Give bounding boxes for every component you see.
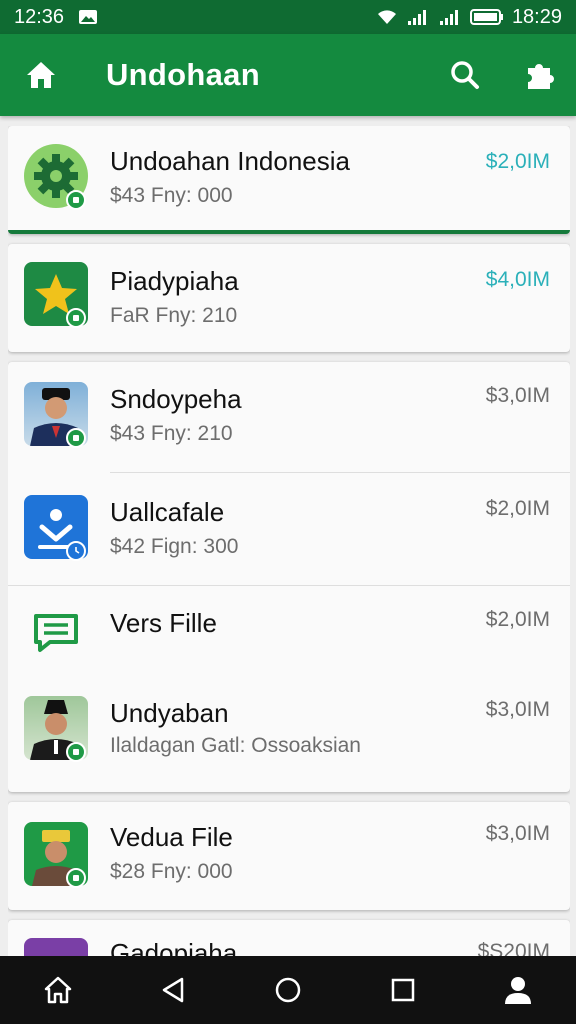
item-price: $3,0IM — [485, 384, 550, 407]
puzzle-icon — [528, 64, 554, 89]
app-icon — [24, 938, 88, 956]
item-subtitle: $43 Fny: 210 — [110, 422, 233, 445]
item-price: $3,0IM — [485, 822, 550, 845]
item-name: Piadypiaha — [110, 266, 239, 296]
list-card: Sndoypeha $43 Fny: 210 $3,0IM Uallcafale… — [8, 362, 570, 792]
item-price: $4,0IM — [485, 268, 550, 291]
nav-home-button[interactable] — [23, 956, 93, 1024]
list-item[interactable]: Sndoypeha $43 Fny: 210 $3,0IM — [8, 362, 570, 472]
search-icon — [451, 61, 479, 89]
item-price: $2,0IM — [485, 497, 550, 520]
image-notification-icon — [78, 9, 98, 25]
list-item[interactable]: Undoahan Indonesia $43 Fny: 000 $2,0IM — [8, 126, 570, 230]
wifi-icon — [376, 8, 398, 26]
list-card: Piadypiaha FaR Fny: 210 $4,0IM — [8, 244, 570, 352]
system-nav-bar — [0, 956, 576, 1024]
battery-icon — [469, 8, 504, 26]
status-time-right: 18:29 — [511, 5, 562, 28]
signal-icon — [406, 8, 430, 26]
person-icon — [505, 977, 532, 1004]
nav-back-button[interactable] — [138, 956, 208, 1024]
clock-badge-icon — [66, 541, 86, 561]
home-outline-icon — [44, 976, 71, 1004]
back-triangle-icon — [162, 977, 184, 1003]
item-name: Sndoypeha — [110, 384, 242, 414]
verified-badge-icon — [66, 868, 86, 888]
list-card: Gadopiaha $S20IM — [8, 920, 570, 956]
item-subtitle: $43 Fny: 000 — [110, 184, 233, 207]
signal-icon-2 — [438, 8, 462, 26]
item-name: Gadopiaha — [110, 938, 238, 956]
nav-circle-button[interactable] — [253, 956, 323, 1024]
verified-badge-icon — [66, 190, 86, 210]
item-subtitle: $28 Fny: 000 — [110, 860, 233, 883]
app-list: Undoahan Indonesia $43 Fny: 000 $2,0IM P… — [8, 126, 570, 956]
app-title: Undohaan — [106, 57, 260, 92]
nav-profile-button[interactable] — [483, 956, 553, 1024]
home-icon — [27, 62, 55, 88]
search-button[interactable] — [428, 34, 502, 116]
list-card: Vedua File $28 Fny: 000 $3,0IM — [8, 802, 570, 910]
verified-badge-icon — [66, 428, 86, 448]
list-item[interactable]: Vedua File $28 Fny: 000 $3,0IM — [8, 802, 570, 910]
item-price: $S20IM — [477, 940, 550, 956]
item-name: Uallcafale — [110, 497, 225, 527]
status-bar: 12:36 18:29 — [0, 0, 576, 34]
item-name: Undyaban — [110, 698, 229, 728]
item-price: $2,0IM — [485, 608, 550, 631]
list-card: Undoahan Indonesia $43 Fny: 000 $2,0IM — [8, 126, 570, 234]
item-price: $2,0IM — [485, 150, 550, 173]
item-subtitle: FaR Fny: 210 — [110, 304, 238, 327]
list-item[interactable]: Undyaban Ilaldagan Gatl: Ossoaksian $3,0… — [8, 676, 570, 790]
item-subtitle: $42 Fign: 300 — [110, 535, 239, 558]
message-icon — [24, 598, 88, 662]
circle-icon — [275, 977, 301, 1003]
item-name: Vers Fille — [110, 608, 217, 638]
verified-badge-icon — [66, 742, 86, 762]
list-item[interactable]: Piadypiaha FaR Fny: 210 $4,0IM — [8, 244, 570, 352]
item-name: Vedua File — [110, 822, 233, 852]
item-name: Undoahan Indonesia — [110, 146, 350, 176]
list-item[interactable]: Uallcafale $42 Fign: 300 $2,0IM — [8, 473, 570, 585]
extensions-button[interactable] — [502, 34, 576, 116]
app-bar: Undohaan — [0, 34, 576, 116]
nav-recents-button[interactable] — [368, 956, 438, 1024]
home-button[interactable] — [0, 34, 82, 116]
list-item[interactable]: Gadopiaha $S20IM — [8, 920, 570, 956]
item-price: $3,0IM — [485, 698, 550, 721]
list-item[interactable]: Vers Fille $2,0IM — [8, 586, 570, 676]
square-icon — [391, 978, 415, 1002]
verified-badge-icon — [66, 308, 86, 328]
status-time-left: 12:36 — [14, 5, 65, 28]
item-subtitle: Ilaldagan Gatl: Ossoaksian — [110, 734, 361, 757]
